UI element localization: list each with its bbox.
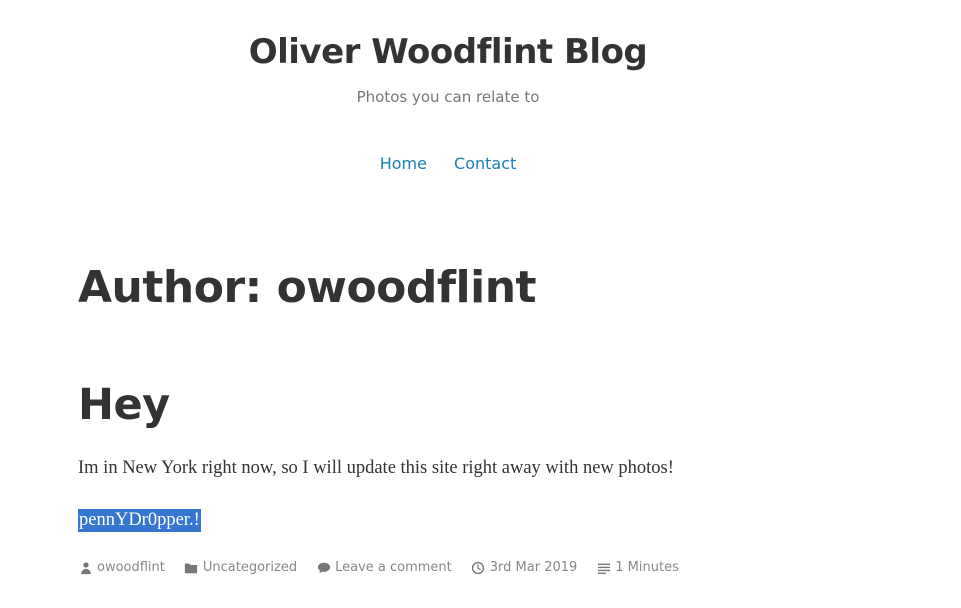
main-nav: Home Contact xyxy=(0,154,896,173)
site-tagline: Photos you can relate to xyxy=(356,88,540,106)
meta-author-link[interactable]: owoodflint xyxy=(97,560,165,575)
site-title[interactable]: Oliver Woodflint Blog xyxy=(0,32,896,72)
post-body: Im in New York right now, so I will upda… xyxy=(78,458,674,478)
post-highlight-paragraph: pennYDr0pper.! xyxy=(78,509,201,532)
folder-icon xyxy=(184,560,199,575)
archive-title: Author: owoodflint xyxy=(78,262,537,313)
meta-author: owoodflint xyxy=(78,560,165,575)
post-title: Hey xyxy=(78,380,170,430)
meta-comments: Leave a comment xyxy=(316,560,452,575)
post-title-link[interactable]: Hey xyxy=(78,380,170,430)
leave-comment-link[interactable]: Leave a comment xyxy=(335,560,452,575)
meta-date: 3rd Mar 2019 xyxy=(471,560,578,575)
comment-icon xyxy=(316,560,331,575)
meta-category-link[interactable]: Uncategorized xyxy=(203,560,297,575)
nav-contact-link[interactable]: Contact xyxy=(454,154,516,173)
meta-category: Uncategorized xyxy=(184,560,297,575)
meta-date-link[interactable]: 3rd Mar 2019 xyxy=(490,560,578,575)
meta-reading-time: 1 Minutes xyxy=(596,560,679,575)
nav-home-link[interactable]: Home xyxy=(380,154,427,173)
clock-icon xyxy=(471,560,486,575)
person-icon xyxy=(78,560,93,575)
list-icon xyxy=(596,560,611,575)
post-meta: owoodflint Uncategorized Leave a comment… xyxy=(78,560,698,575)
reading-time-text: 1 Minutes xyxy=(615,560,679,575)
selected-text[interactable]: pennYDr0pper.! xyxy=(78,509,201,532)
